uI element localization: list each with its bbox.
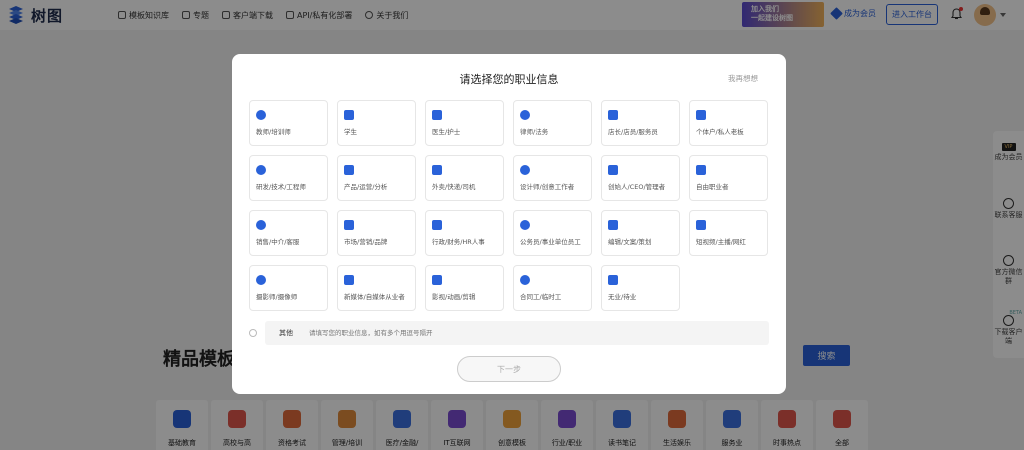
occupation-label: 合同工/临时工 <box>520 293 562 301</box>
occupation-label: 研发/技术/工程师 <box>256 183 306 191</box>
other-label: 其他 <box>279 329 293 337</box>
occupation-option[interactable]: 无业/待业 <box>601 265 680 311</box>
briefcase-icon <box>696 110 706 120</box>
occupation-label: 自由职业者 <box>696 183 729 191</box>
occupation-label: 创始人/CEO/管理者 <box>608 183 666 191</box>
occupation-option[interactable]: 教师/培训师 <box>249 100 328 146</box>
occupation-label: 医生/护士 <box>432 128 461 136</box>
other-input-box: 其他 <box>265 321 769 345</box>
occupation-option[interactable]: 医生/护士 <box>425 100 504 146</box>
occupation-label: 无业/待业 <box>608 293 637 301</box>
delivery-icon <box>432 165 442 175</box>
occupation-label: 教师/培训师 <box>256 128 291 136</box>
student-cap-icon <box>344 110 354 120</box>
film-reel-icon <box>432 275 442 285</box>
occupation-label: 学生 <box>344 128 357 136</box>
contract-icon <box>520 275 530 285</box>
occupation-label: 行政/财务/HR人事 <box>432 238 485 246</box>
other-occupation-row: 其他 <box>249 321 769 345</box>
occupation-label: 店长/店员/服务员 <box>608 128 658 136</box>
occupation-option[interactable]: 摄影师/摄像师 <box>249 265 328 311</box>
occupation-grid: 教师/培训师 学生 医生/护士 律师/法务 店长/店员/服务员 个体户/私人老板研发/技术… <box>249 100 768 311</box>
occupation-option[interactable]: 设计师/创意工作者 <box>513 155 592 201</box>
occupation-label: 摄影师/摄像师 <box>256 293 298 301</box>
gavel-icon <box>520 110 530 120</box>
occupation-option[interactable]: 学生 <box>337 100 416 146</box>
person-icon <box>608 275 618 285</box>
occupation-modal: 请选择您的职业信息 我再想想 教师/培训师 学生 医生/护士 律师/法务 店长/店员/服… <box>232 54 786 394</box>
folder-icon <box>432 220 442 230</box>
skip-link[interactable]: 我再想想 <box>728 73 758 84</box>
occupation-option[interactable]: 合同工/临时工 <box>513 265 592 311</box>
occupation-option[interactable]: 外卖/快递/司机 <box>425 155 504 201</box>
modal-title: 请选择您的职业信息 <box>459 73 559 86</box>
microphone-icon <box>696 220 706 230</box>
occupation-option[interactable]: 编辑/文案/策划 <box>601 210 680 256</box>
chat-icon <box>696 165 706 175</box>
camera-icon <box>256 275 266 285</box>
occupation-option[interactable]: 行政/财务/HR人事 <box>425 210 504 256</box>
occupation-label: 短视频/主播/网红 <box>696 238 746 246</box>
code-icon <box>256 165 266 175</box>
occupation-option[interactable]: 短视频/主播/网红 <box>689 210 768 256</box>
medical-kit-icon <box>432 110 442 120</box>
edit-icon <box>608 220 618 230</box>
occupation-option[interactable]: 新媒体/自媒体从业者 <box>337 265 416 311</box>
graduation-cap-icon <box>256 110 266 120</box>
occupation-option[interactable]: 创始人/CEO/管理者 <box>601 155 680 201</box>
occupation-option[interactable]: 影视/动画/剪辑 <box>425 265 504 311</box>
next-button[interactable]: 下一步 <box>457 356 561 382</box>
occupation-label: 外卖/快递/司机 <box>432 183 476 191</box>
occupation-label: 编辑/文案/策划 <box>608 238 652 246</box>
occupation-label: 新媒体/自媒体从业者 <box>344 293 405 301</box>
occupation-option[interactable]: 店长/店员/服务员 <box>601 100 680 146</box>
occupation-label: 设计师/创意工作者 <box>520 183 575 191</box>
occupation-option[interactable]: 自由职业者 <box>689 155 768 201</box>
other-occupation-input[interactable] <box>309 329 689 337</box>
occupation-label: 个体户/私人老板 <box>696 128 744 136</box>
other-radio[interactable] <box>249 329 257 337</box>
building-icon <box>520 220 530 230</box>
palette-icon <box>520 165 530 175</box>
occupation-label: 公务员/事业单位员工 <box>520 238 581 246</box>
chart-icon <box>344 165 354 175</box>
occupation-label: 销售/中介/客服 <box>256 238 300 246</box>
occupation-option[interactable]: 市场/营销/品牌 <box>337 210 416 256</box>
occupation-option[interactable]: 个体户/私人老板 <box>689 100 768 146</box>
occupation-option[interactable]: 律师/法务 <box>513 100 592 146</box>
occupation-option[interactable]: 公务员/事业单位员工 <box>513 210 592 256</box>
occupation-label: 影视/动画/剪辑 <box>432 293 476 301</box>
media-icon <box>344 275 354 285</box>
shop-icon <box>608 110 618 120</box>
headset-icon <box>256 220 266 230</box>
ceo-icon <box>608 165 618 175</box>
tag-icon <box>344 220 354 230</box>
occupation-label: 律师/法务 <box>520 128 549 136</box>
occupation-label: 产品/运营/分析 <box>344 183 388 191</box>
occupation-option[interactable]: 研发/技术/工程师 <box>249 155 328 201</box>
occupation-option[interactable]: 销售/中介/客服 <box>249 210 328 256</box>
occupation-label: 市场/营销/品牌 <box>344 238 388 246</box>
occupation-option[interactable]: 产品/运营/分析 <box>337 155 416 201</box>
